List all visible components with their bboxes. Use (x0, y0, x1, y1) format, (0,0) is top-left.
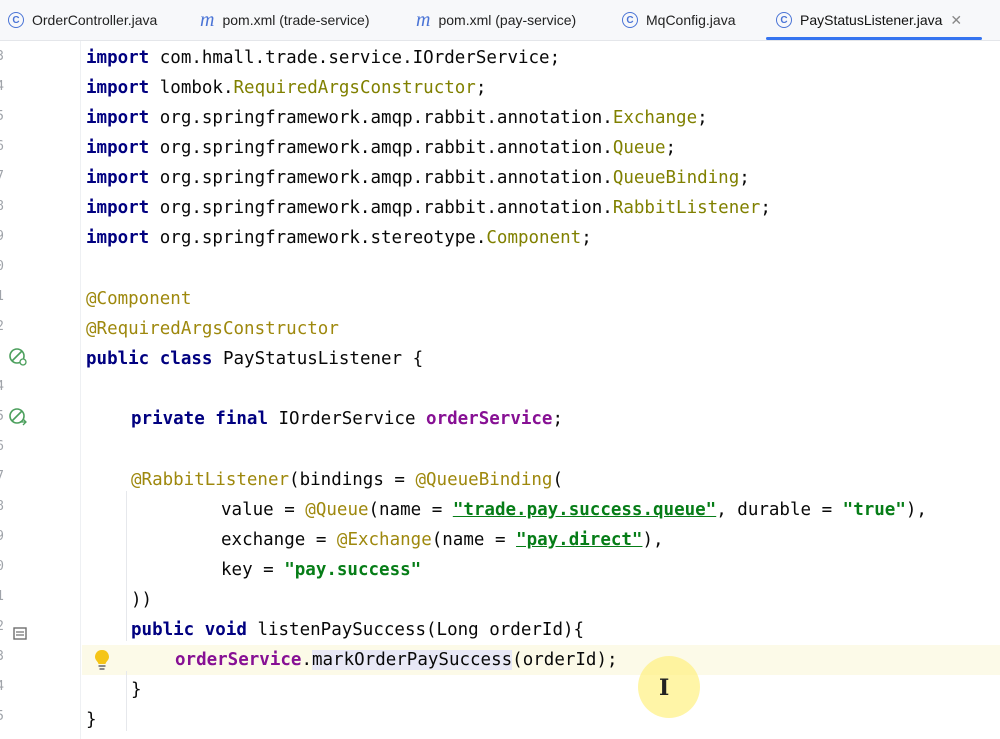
line-number: 8 (0, 499, 4, 514)
text-cursor-icon: I (659, 675, 670, 701)
line-number: 3 (0, 649, 4, 664)
line-number: 5 (0, 709, 4, 724)
line-number: 4 (0, 79, 4, 94)
class-icon: C (622, 12, 638, 28)
line-number: 0 (0, 559, 4, 574)
code-line: public class PayStatusListener { (86, 349, 424, 369)
code-line: private final IOrderService orderService… (131, 409, 564, 429)
code-line: import org.springframework.amqp.rabbit.a… (86, 138, 677, 158)
lightbulb-icon[interactable] (92, 648, 112, 672)
line-number: 5 (0, 409, 4, 424)
close-tab-icon[interactable]: ✕ (950, 12, 962, 29)
spring-autowire-icon[interactable] (8, 407, 28, 427)
gutter-divider (80, 41, 81, 739)
code-line: @RabbitListener(bindings = @QueueBinding… (131, 470, 563, 490)
line-number: 6 (0, 439, 4, 454)
editor-tab-bar: C OrderController.java m pom.xml (trade-… (0, 0, 1000, 41)
code-line: @Component (86, 289, 192, 309)
line-number: 5 (0, 109, 4, 124)
line-number: 1 (0, 589, 4, 604)
code-line: import org.springframework.amqp.rabbit.a… (86, 108, 708, 128)
line-number: 4 (0, 679, 4, 694)
indent-guide (126, 491, 127, 641)
tab-mqconfig[interactable]: C MqConfig.java (622, 0, 736, 40)
tab-pom-pay-service[interactable]: m pom.xml (pay-service) (416, 0, 576, 40)
code-line: import lombok.RequiredArgsConstructor; (86, 78, 487, 98)
maven-icon: m (200, 8, 215, 31)
code-editor[interactable]: import com.hmall.trade.service.IOrderSer… (82, 41, 1000, 739)
tab-pom-trade-service[interactable]: m pom.xml (trade-service) (200, 0, 369, 40)
code-line: )) (131, 590, 153, 610)
line-number: 9 (0, 229, 4, 244)
line-number: 7 (0, 169, 4, 184)
code-line: } (86, 710, 97, 730)
code-line: import org.springframework.amqp.rabbit.a… (86, 168, 750, 188)
code-line: } (131, 680, 142, 700)
tab-paystatuslistener[interactable]: C PayStatusListener.java ✕ (766, 0, 983, 40)
line-number: 2 (0, 619, 4, 634)
class-icon: C (8, 12, 24, 28)
line-number: 1 (0, 289, 4, 304)
line-number: 4 (0, 379, 4, 394)
active-tab-indicator (766, 37, 983, 40)
line-number: 2 (0, 319, 4, 334)
line-number: 0 (0, 259, 4, 274)
code-line: import com.hmall.trade.service.IOrderSer… (86, 48, 561, 68)
line-number: 9 (0, 529, 4, 544)
line-number: 7 (0, 469, 4, 484)
line-number: 8 (0, 199, 4, 214)
code-line: public void listenPaySuccess(Long orderI… (131, 620, 585, 640)
tab-order-controller[interactable]: C OrderController.java (8, 0, 157, 40)
class-icon: C (776, 12, 792, 28)
code-line: import org.springframework.stereotype.Co… (86, 228, 592, 248)
code-line: import org.springframework.amqp.rabbit.a… (86, 198, 771, 218)
code-line: key = "pay.success" (221, 560, 422, 580)
spring-bean-icon[interactable] (8, 347, 28, 367)
line-number: 6 (0, 139, 4, 154)
run-method-icon[interactable] (10, 623, 30, 643)
code-line: @RequiredArgsConstructor (86, 319, 339, 339)
code-line: value = @Queue(name = "trade.pay.success… (221, 500, 927, 520)
indent-guide (126, 671, 127, 731)
maven-icon: m (416, 8, 431, 31)
line-number: 3 (0, 49, 4, 64)
code-line-current[interactable]: orderService.markOrderPaySuccess(orderId… (175, 645, 618, 675)
code-line: exchange = @Exchange(name = "pay.direct"… (221, 530, 664, 550)
editor-gutter: 3 4 5 6 7 8 9 0 1 2 4 5 6 7 8 9 0 1 2 3 … (0, 41, 80, 739)
